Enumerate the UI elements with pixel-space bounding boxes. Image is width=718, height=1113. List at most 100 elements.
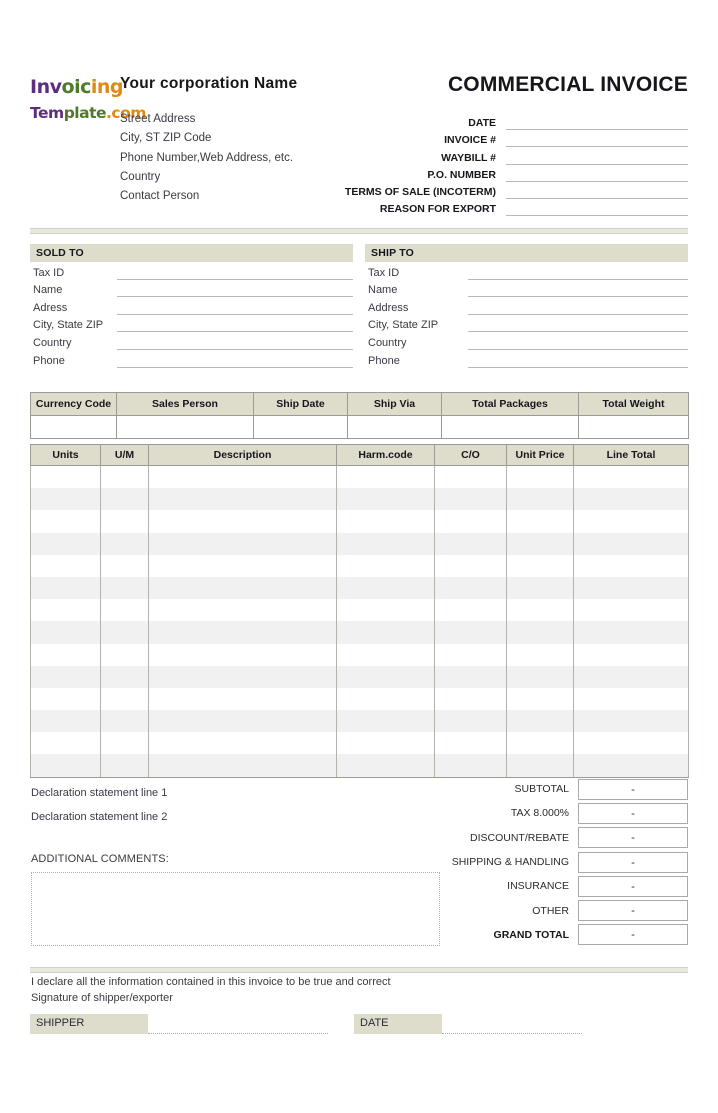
- line-item-cell[interactable]: [506, 554, 574, 577]
- sold-to-input-phone[interactable]: [117, 351, 353, 368]
- line-item-cell[interactable]: [100, 754, 149, 778]
- line-item-cell[interactable]: [30, 687, 101, 711]
- line-item-cell[interactable]: [434, 687, 507, 711]
- line-item-cell[interactable]: [148, 510, 337, 533]
- line-item-cell[interactable]: [336, 599, 435, 622]
- line-item-cell[interactable]: [573, 532, 689, 555]
- line-item-cell[interactable]: [573, 488, 689, 511]
- line-item-cell[interactable]: [30, 732, 101, 755]
- line-item-cell[interactable]: [148, 465, 337, 489]
- line-item-cell[interactable]: [573, 687, 689, 711]
- ship-to-input-phone[interactable]: [468, 351, 688, 368]
- line-item-cell[interactable]: [148, 488, 337, 511]
- line-item-cell[interactable]: [336, 732, 435, 755]
- line-item-cell[interactable]: [30, 710, 101, 733]
- line-item-cell[interactable]: [434, 488, 507, 511]
- totals-value-tax[interactable]: -: [578, 802, 688, 824]
- line-item-cell[interactable]: [148, 710, 337, 733]
- line-item-cell[interactable]: [100, 665, 149, 688]
- line-item-cell[interactable]: [100, 599, 149, 622]
- line-item-cell[interactable]: [148, 665, 337, 688]
- line-item-cell[interactable]: [30, 754, 101, 778]
- cell-sales-person[interactable]: [116, 415, 254, 439]
- totals-value-subtotal[interactable]: -: [578, 778, 688, 800]
- line-item-cell[interactable]: [30, 488, 101, 511]
- cell-total-packages[interactable]: [441, 415, 579, 439]
- line-item-cell[interactable]: [336, 510, 435, 533]
- line-item-cell[interactable]: [30, 621, 101, 644]
- line-item-cell[interactable]: [100, 687, 149, 711]
- meta-input-date[interactable]: [506, 113, 688, 131]
- line-item-cell[interactable]: [506, 532, 574, 555]
- meta-input-invoice-number[interactable]: [506, 130, 688, 148]
- line-item-cell[interactable]: [30, 599, 101, 622]
- line-item-cell[interactable]: [148, 754, 337, 778]
- line-item-cell[interactable]: [30, 554, 101, 577]
- sold-to-input-city-state-zip[interactable]: [117, 315, 353, 333]
- line-item-cell[interactable]: [336, 710, 435, 733]
- line-item-cell[interactable]: [506, 665, 574, 688]
- line-item-cell[interactable]: [434, 599, 507, 622]
- line-item-cell[interactable]: [100, 554, 149, 577]
- line-item-cell[interactable]: [434, 754, 507, 778]
- line-item-cell[interactable]: [434, 710, 507, 733]
- line-item-cell[interactable]: [100, 510, 149, 533]
- line-item-cell[interactable]: [336, 554, 435, 577]
- meta-input-terms-of-sale[interactable]: [506, 182, 688, 199]
- totals-value-insurance[interactable]: -: [578, 875, 688, 897]
- line-item-cell[interactable]: [148, 643, 337, 666]
- line-item-cell[interactable]: [100, 532, 149, 555]
- ship-to-input-tax-id[interactable]: [468, 263, 688, 280]
- line-item-cell[interactable]: [336, 643, 435, 666]
- line-item-cell[interactable]: [100, 643, 149, 666]
- line-item-cell[interactable]: [336, 665, 435, 688]
- line-item-cell[interactable]: [336, 621, 435, 644]
- line-item-cell[interactable]: [573, 710, 689, 733]
- line-item-cell[interactable]: [100, 465, 149, 489]
- line-item-cell[interactable]: [336, 576, 435, 600]
- totals-value-discount-rebate[interactable]: -: [578, 827, 688, 849]
- line-item-cell[interactable]: [573, 665, 689, 688]
- ship-to-input-city-state-zip[interactable]: [468, 315, 688, 333]
- line-item-cell[interactable]: [506, 754, 574, 778]
- line-item-cell[interactable]: [30, 532, 101, 555]
- ship-to-input-country[interactable]: [468, 333, 688, 350]
- line-item-cell[interactable]: [573, 621, 689, 644]
- sold-to-input-country[interactable]: [117, 333, 353, 350]
- ship-to-input-name[interactable]: [468, 280, 688, 298]
- line-item-cell[interactable]: [148, 621, 337, 644]
- line-item-cell[interactable]: [506, 687, 574, 711]
- ship-to-input-address[interactable]: [468, 298, 688, 315]
- meta-input-po-number[interactable]: [506, 165, 688, 182]
- line-item-cell[interactable]: [148, 732, 337, 755]
- line-item-cell[interactable]: [573, 754, 689, 778]
- totals-value-other[interactable]: -: [578, 900, 688, 922]
- line-item-cell[interactable]: [434, 576, 507, 600]
- sold-to-input-name[interactable]: [117, 280, 353, 298]
- totals-value-shipping-handling[interactable]: -: [578, 851, 688, 873]
- line-item-cell[interactable]: [506, 488, 574, 511]
- cell-ship-date[interactable]: [253, 415, 348, 439]
- line-item-cell[interactable]: [100, 710, 149, 733]
- totals-value-grand-total[interactable]: -: [578, 924, 688, 946]
- line-item-cell[interactable]: [336, 687, 435, 711]
- line-item-cell[interactable]: [506, 643, 574, 666]
- line-item-cell[interactable]: [434, 465, 507, 489]
- line-item-cell[interactable]: [30, 665, 101, 688]
- line-item-cell[interactable]: [573, 599, 689, 622]
- line-item-cell[interactable]: [506, 510, 574, 533]
- line-item-cell[interactable]: [434, 665, 507, 688]
- cell-total-weight[interactable]: [578, 415, 689, 439]
- line-item-cell[interactable]: [148, 576, 337, 600]
- line-item-cell[interactable]: [100, 576, 149, 600]
- line-item-cell[interactable]: [30, 465, 101, 489]
- line-item-cell[interactable]: [506, 710, 574, 733]
- line-item-cell[interactable]: [506, 465, 574, 489]
- line-item-cell[interactable]: [434, 510, 507, 533]
- line-item-cell[interactable]: [148, 554, 337, 577]
- line-item-cell[interactable]: [506, 732, 574, 755]
- line-item-cell[interactable]: [100, 732, 149, 755]
- line-item-cell[interactable]: [336, 488, 435, 511]
- line-item-cell[interactable]: [434, 554, 507, 577]
- line-item-cell[interactable]: [30, 510, 101, 533]
